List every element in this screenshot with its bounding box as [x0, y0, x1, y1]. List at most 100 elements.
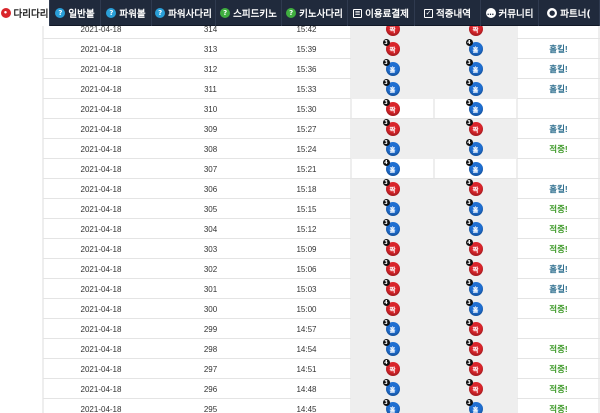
table-row: 2021-04-18 297 14:51 4 짝 3 짝 적중! [43, 359, 600, 379]
ball-count-badge: 3 [465, 299, 473, 306]
date-cell: 2021-04-18 [80, 104, 122, 114]
ball-label: 홀 [472, 206, 479, 214]
table-row: 2021-04-18 310 15:30 3 짝 3 홀 [43, 99, 600, 119]
blue-ball-icon: 3홀 [382, 339, 400, 356]
ball-label: 짝 [472, 326, 479, 334]
tab-label: 파트너( [560, 9, 591, 20]
tab-1[interactable]: ? 일반볼 [50, 0, 101, 26]
ball-label: 홀 [472, 226, 479, 234]
ball-label: 짝 [389, 46, 396, 54]
time-cell: 14:45 [296, 404, 317, 413]
round-cell: 303 [203, 244, 218, 254]
result-cell [517, 26, 600, 39]
ball-label: 짝 [389, 366, 396, 374]
time-cell: 15:09 [296, 244, 317, 254]
ball-count-badge: 3 [382, 79, 390, 86]
table-row: 2021-04-18 314 15:42 3짝 3짝 [43, 26, 600, 39]
ball-label: 홀 [389, 86, 396, 94]
pick-one-cell: 3홀 [351, 339, 434, 359]
ball-count-badge: 3 [382, 139, 390, 146]
tab-5[interactable]: ? 키노사다리 [282, 0, 348, 26]
time-cell: 14:54 [296, 344, 317, 354]
red-ball-icon: 3짝 [465, 359, 483, 376]
red-ball-icon: 3짝 [382, 99, 400, 116]
blue-ball-icon: 3홀 [382, 219, 400, 236]
result-cell: 적중! [549, 364, 568, 374]
chat-icon: … [485, 8, 496, 18]
ball-label: 홀 [472, 66, 479, 74]
blue-ball-icon: 3홀 [465, 279, 483, 296]
pick-two-cell: 3홀 [434, 199, 517, 219]
tab-6[interactable]: ≡ 이용료결제 [348, 0, 415, 26]
tab-3[interactable]: ? 파워사다리 [152, 0, 216, 26]
ball-count-badge: 3 [382, 399, 390, 406]
red-ball-icon: 3짝 [382, 259, 400, 276]
tab-9[interactable]: ● 파트너( [539, 0, 600, 26]
tab-0[interactable]: • 다리다리 [0, 0, 50, 26]
pick-two-cell: 3홀 [434, 219, 517, 239]
table-row: 2021-04-18 308 15:24 3 홀 4 홀 적중! [43, 139, 600, 159]
question-circle-icon: ? [106, 8, 117, 18]
question-circle-icon: ? [220, 8, 231, 18]
tab-8[interactable]: … 커뮤니티 [481, 0, 539, 26]
date-cell: 2021-04-18 [80, 264, 122, 274]
ball-count-badge: 3 [382, 99, 390, 106]
table-row: 2021-04-18 296 14:48 3 홀 3 짝 적중! [43, 379, 600, 399]
ball-count-badge: 3 [465, 379, 473, 386]
red-ball-icon: 3짝 [385, 26, 400, 36]
round-cell: 295 [203, 404, 218, 413]
ball-label: 짝 [472, 186, 479, 194]
ball-count-badge: 3 [382, 339, 390, 346]
pick-one-cell: 3짝 [351, 26, 434, 39]
ball-label: 짝 [389, 186, 396, 194]
table-row: 2021-04-18 299 14:57 3 홀 3 짝 [43, 319, 600, 339]
tab-2[interactable]: ? 파워볼 [101, 0, 152, 26]
pick-two-cell: 3짝 [434, 359, 517, 379]
ball-count-badge: 3 [465, 179, 473, 186]
red-ball-icon: 3짝 [382, 239, 400, 256]
time-cell: 15:39 [296, 44, 317, 54]
blue-ball-icon: 3홀 [382, 319, 400, 336]
ball-label: 짝 [472, 126, 479, 134]
date-cell: 2021-04-18 [80, 204, 122, 214]
ball-count-badge: 3 [382, 319, 390, 326]
round-cell: 311 [204, 84, 217, 94]
ball-label: 홀 [472, 86, 479, 94]
table-row: 2021-04-18 300 15:00 4 짝 3 홀 적중! [43, 299, 600, 319]
date-cell: 2021-04-18 [80, 224, 122, 234]
blue-ball-icon: 3홀 [382, 199, 400, 216]
blue-ball-icon: 4홀 [465, 139, 483, 156]
table-row: 2021-04-18 311 15:33 3 홀 3 홀 홀킬! [43, 79, 600, 99]
time-cell: 15:18 [296, 184, 317, 194]
tab-7[interactable]: ✓ 적중내역 [415, 0, 481, 26]
pick-two-cell: 3짝 [434, 319, 517, 339]
tab-4[interactable]: ? 스피드키노 [216, 0, 282, 26]
date-cell: 2021-04-18 [80, 124, 122, 134]
ball-label: 홀 [472, 306, 479, 314]
pick-one-cell: 4짝 [351, 299, 434, 319]
time-cell: 14:51 [296, 364, 317, 374]
round-cell: 312 [203, 64, 218, 74]
pick-one-cell: 4짝 [351, 359, 434, 379]
time-cell: 15:33 [296, 84, 317, 94]
ball-count-badge: 3 [382, 59, 390, 66]
time-cell: 15:42 [296, 26, 317, 34]
blue-ball-icon: 3홀 [465, 199, 483, 216]
red-ball-icon: 3짝 [382, 279, 400, 296]
ball-label: 짝 [472, 266, 479, 274]
pick-two-cell: 4홀 [434, 39, 517, 59]
ball-count-badge: 3 [465, 59, 473, 66]
pick-one-cell: 3짝 [351, 259, 434, 279]
date-cell: 2021-04-18 [80, 84, 122, 94]
result-cell: 적중! [549, 404, 568, 413]
pick-one-cell: 3짝 [351, 39, 434, 59]
pick-one-cell: 3홀 [351, 219, 434, 239]
top-nav: • 다리다리? 일반볼? 파워볼? 파워사다리? 스피드키노? 키노사다리 ≡ 이용료결제 ✓ 적중… [0, 0, 600, 26]
time-cell: 15:06 [296, 264, 317, 274]
round-cell: 310 [203, 104, 218, 114]
blue-ball-icon: 4홀 [465, 39, 483, 56]
red-ball-icon: 3짝 [465, 119, 483, 136]
ball-count-badge: 3 [465, 79, 473, 86]
result-cell: 적중! [549, 244, 568, 254]
time-cell: 14:48 [296, 384, 317, 394]
